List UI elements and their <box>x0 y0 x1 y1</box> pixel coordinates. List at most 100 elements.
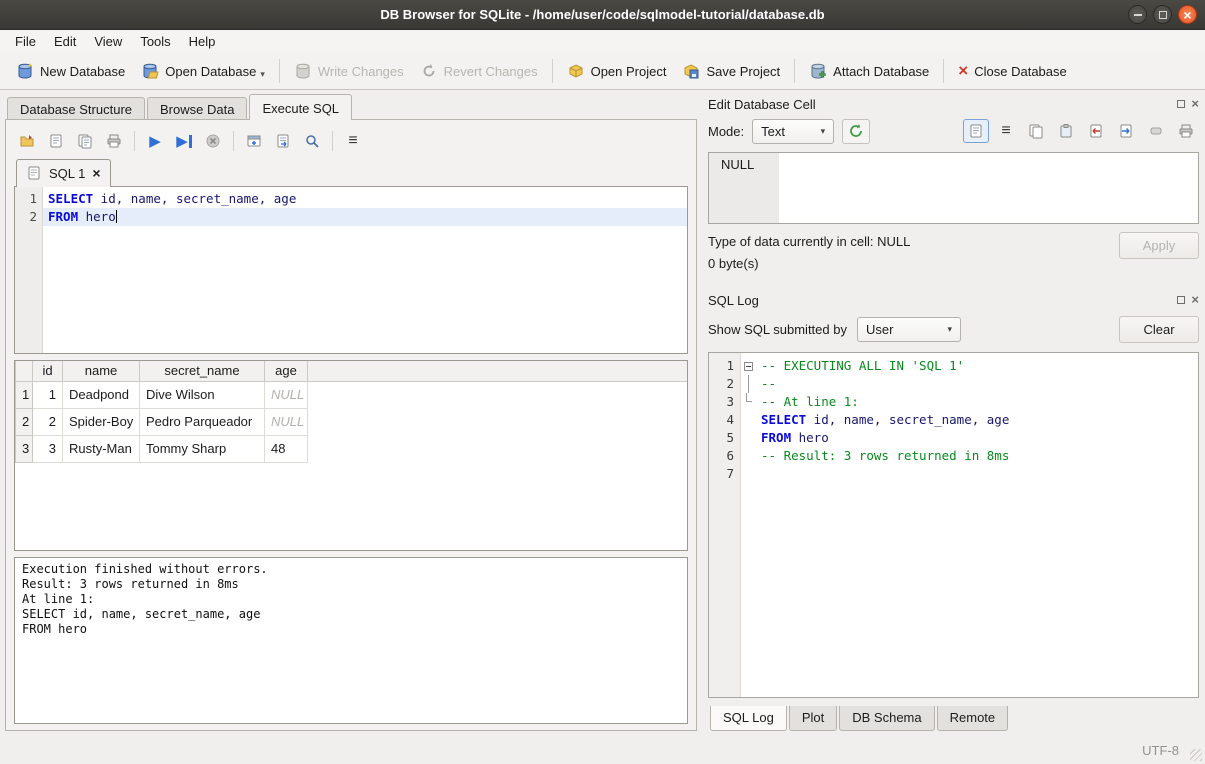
text-mode-button[interactable] <box>963 119 989 143</box>
menu-file[interactable]: File <box>6 31 45 52</box>
toolbar-separator <box>134 131 135 151</box>
set-null-button[interactable] <box>1143 119 1169 143</box>
row-number[interactable]: 3 <box>16 435 33 462</box>
cell-id[interactable]: 1 <box>33 381 63 408</box>
word-wrap-icon: ≡ <box>348 132 357 150</box>
cell-value-editor[interactable]: NULL <box>708 152 1199 224</box>
mode-combobox[interactable]: Text ▾ <box>752 119 834 144</box>
execute-current-line-button[interactable]: ▶ <box>171 129 197 153</box>
maximize-button[interactable] <box>1153 5 1172 24</box>
edit-cell-dock-icons: × <box>1177 99 1199 109</box>
menu-help[interactable]: Help <box>180 31 225 52</box>
cell-id[interactable]: 2 <box>33 408 63 435</box>
cell-age[interactable]: NULL <box>265 381 308 408</box>
log-line: -- <box>756 375 1198 393</box>
cell-name[interactable]: Deadpond <box>63 381 140 408</box>
print-sql-button[interactable] <box>101 129 127 153</box>
tab-database-structure[interactable]: Database Structure <box>7 97 145 120</box>
new-tab-button[interactable] <box>241 129 267 153</box>
toolbar-separator <box>332 131 333 151</box>
dock-tab-plot[interactable]: Plot <box>789 706 837 731</box>
close-database-button[interactable]: × Close Database <box>950 59 1074 84</box>
log-line: -- Result: 3 rows returned in 8ms <box>756 447 1198 465</box>
log-filter-row: Show SQL submitted by User ▾ Clear <box>708 314 1199 344</box>
cell-name[interactable]: Spider-Boy <box>63 408 140 435</box>
clear-log-button[interactable]: Clear <box>1119 316 1199 343</box>
word-wrap-cell-button[interactable]: ≡ <box>993 119 1019 143</box>
close-database-icon: × <box>958 64 968 78</box>
sql-editor[interactable]: 1 2 SELECT id, name, secret_name, age FR… <box>14 186 688 354</box>
close-icon: × <box>1183 8 1191 22</box>
close-dock-icon[interactable]: × <box>1191 99 1199 109</box>
log-filter-combobox[interactable]: User ▾ <box>857 317 961 342</box>
editor-code[interactable]: SELECT id, name, secret_name, age FROM h… <box>43 187 687 353</box>
column-header-secret-name[interactable]: secret_name <box>140 361 265 381</box>
column-header-id[interactable]: id <box>33 361 63 381</box>
cell-name[interactable]: Rusty-Man <box>63 435 140 462</box>
open-project-button[interactable]: Open Project <box>559 57 675 85</box>
cell-id[interactable]: 3 <box>33 435 63 462</box>
sql-tab[interactable]: SQL 1 × <box>16 159 111 187</box>
sql-log-view[interactable]: 1 2 3 4 5 6 7 -- EXECUTING ALL IN 'SQL 1… <box>708 352 1199 698</box>
tab-execute-sql[interactable]: Execute SQL <box>249 94 352 120</box>
cell-age[interactable]: 48 <box>265 435 308 462</box>
minimize-button[interactable] <box>1128 5 1147 24</box>
menu-view[interactable]: View <box>85 31 131 52</box>
cell-secret-name[interactable]: Tommy Sharp <box>140 435 265 462</box>
menu-edit[interactable]: Edit <box>45 31 85 52</box>
minimize-icon <box>1134 14 1142 16</box>
log-comment: -- <box>761 376 776 391</box>
print-cell-button[interactable] <box>1173 119 1199 143</box>
cell-secret-name[interactable]: Dive Wilson <box>140 381 265 408</box>
fold-marker[interactable] <box>741 357 756 375</box>
auto-switch-mode-button[interactable] <box>842 119 870 144</box>
menu-tools[interactable]: Tools <box>131 31 179 52</box>
float-dock-icon[interactable] <box>1177 100 1185 108</box>
save-sql-file-button[interactable] <box>43 129 69 153</box>
row-number[interactable]: 2 <box>16 408 33 435</box>
cell-value: NULL <box>709 153 779 223</box>
find-replace-button[interactable] <box>299 129 325 153</box>
new-database-button[interactable]: New Database <box>8 57 133 85</box>
log-line: FROM hero <box>756 429 1198 447</box>
open-project-label: Open Project <box>591 64 667 79</box>
tab-browse-data[interactable]: Browse Data <box>147 97 247 120</box>
open-database-dropdown-icon[interactable]: ▾ <box>260 69 265 80</box>
new-database-icon <box>16 62 34 80</box>
main-content: Database Structure Browse Data Execute S… <box>0 90 1205 737</box>
word-wrap-button[interactable]: ≡ <box>340 129 366 153</box>
sql-keyword: SELECT <box>48 191 93 206</box>
import-cell-button[interactable] <box>1083 119 1109 143</box>
sql-keyword: FROM <box>761 430 791 445</box>
open-database-button[interactable]: Open Database ▾ <box>133 57 273 85</box>
paste-cell-button[interactable] <box>1053 119 1079 143</box>
close-button[interactable]: × <box>1178 5 1197 24</box>
log-line: -- At line 1: <box>756 393 1198 411</box>
dock-tab-db-schema[interactable]: DB Schema <box>839 706 934 731</box>
column-header-name[interactable]: name <box>63 361 140 381</box>
auto-switch-icon <box>848 123 864 139</box>
export-cell-button[interactable] <box>1113 119 1139 143</box>
encoding-indicator[interactable]: UTF-8 <box>1142 743 1179 758</box>
attach-database-button[interactable]: Attach Database <box>801 57 937 85</box>
cell-age[interactable]: NULL <box>265 408 308 435</box>
dock-tab-remote[interactable]: Remote <box>937 706 1009 731</box>
execute-all-button[interactable]: ▶ <box>142 129 168 153</box>
column-header-age[interactable]: age <box>265 361 308 381</box>
float-dock-icon[interactable] <box>1177 296 1185 304</box>
execution-message-area[interactable]: Execution finished without errors. Resul… <box>14 557 688 724</box>
titlebar[interactable]: DB Browser for SQLite - /home/user/code/… <box>0 0 1205 30</box>
header-filler <box>308 361 688 381</box>
cell-secret-name[interactable]: Pedro Parqueador <box>140 408 265 435</box>
dock-tab-sql-log[interactable]: SQL Log <box>710 706 787 731</box>
results-corner[interactable] <box>16 361 33 381</box>
sql-tab-close-icon[interactable]: × <box>92 168 100 178</box>
row-number[interactable]: 1 <box>16 381 33 408</box>
open-sql-file-icon <box>19 133 35 149</box>
close-dock-icon[interactable]: × <box>1191 295 1199 305</box>
export-results-button[interactable] <box>270 129 296 153</box>
save-sql-as-button[interactable] <box>72 129 98 153</box>
copy-cell-button[interactable] <box>1023 119 1049 143</box>
open-sql-file-button[interactable] <box>14 129 40 153</box>
save-project-button[interactable]: Save Project <box>674 57 788 85</box>
